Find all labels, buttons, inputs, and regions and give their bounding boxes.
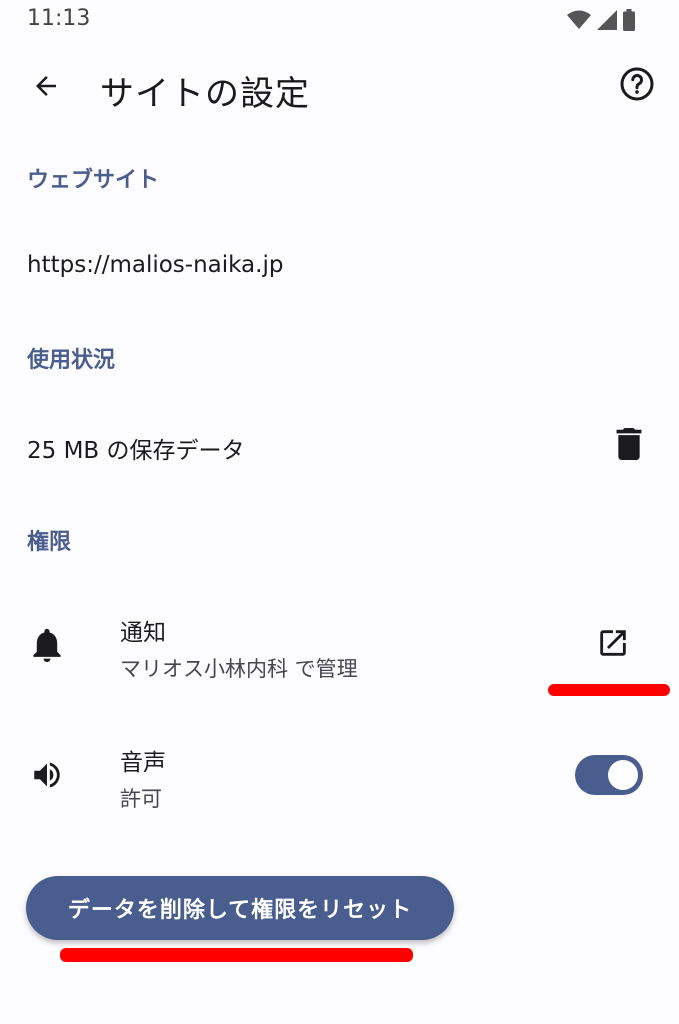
page-title: サイトの設定 (100, 74, 310, 114)
notifications-subtitle: マリオス小林内科 で管理 (120, 657, 358, 681)
bell-icon (30, 628, 64, 662)
trash-icon (616, 428, 642, 464)
usage-section-header: 使用状況 (27, 348, 116, 373)
notifications-title: 通知 (120, 620, 166, 646)
notifications-permission-row[interactable]: 通知 マリオス小林内科 で管理 (0, 605, 679, 695)
red-underline-annotation (60, 948, 413, 962)
toggle-knob (608, 760, 638, 790)
open-in-new-icon (596, 626, 630, 664)
battery-icon (623, 9, 635, 35)
help-icon (619, 66, 655, 106)
app-bar: サイトの設定 (0, 48, 679, 128)
website-section-header: ウェブサイト (27, 168, 160, 193)
red-underline-annotation (548, 684, 670, 696)
delete-storage-button[interactable] (613, 426, 645, 466)
sound-toggle[interactable] (575, 755, 643, 795)
sound-subtitle: 許可 (120, 787, 162, 811)
permissions-section-header: 権限 (27, 530, 72, 555)
status-icons (567, 9, 635, 35)
status-bar: 11:13 (0, 0, 679, 40)
site-url: https://malios-naika.jp (27, 252, 284, 278)
open-external-button[interactable] (595, 627, 631, 663)
back-button[interactable] (24, 66, 68, 110)
wifi-icon (567, 10, 591, 34)
sound-title: 音声 (120, 750, 166, 776)
help-button[interactable] (617, 66, 657, 106)
sound-permission-row[interactable]: 音声 許可 (0, 735, 679, 825)
back-arrow-icon (31, 71, 61, 105)
cell-signal-icon (597, 10, 617, 34)
status-time: 11:13 (27, 6, 91, 31)
storage-usage: 25 MB の保存データ (27, 438, 245, 464)
speaker-icon (30, 758, 64, 792)
reset-permissions-button[interactable]: データを削除して権限をリセット (26, 876, 454, 940)
